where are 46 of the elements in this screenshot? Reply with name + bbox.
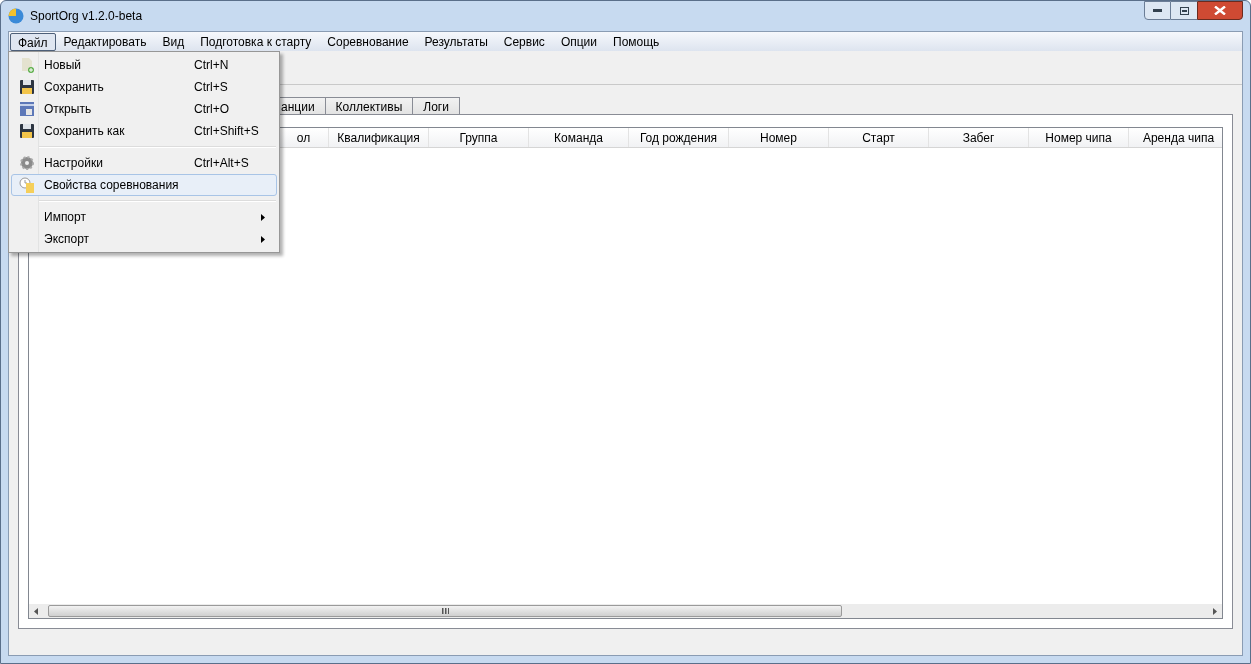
- menu-item[interactable]: Свойства соревнования: [11, 174, 277, 196]
- new-document-icon: [19, 57, 35, 73]
- column-header[interactable]: Номер чипа: [1029, 128, 1129, 147]
- menu-item[interactable]: Новый Ctrl+N: [11, 54, 277, 76]
- scroll-right-icon[interactable]: [1213, 607, 1217, 615]
- menu-bar-item[interactable]: Опции: [552, 32, 605, 51]
- close-button[interactable]: [1197, 1, 1243, 20]
- menu-item[interactable]: Сохранить как Ctrl+Shift+S: [11, 120, 277, 142]
- menu-bar-item[interactable]: Подготовка к старту: [192, 32, 320, 51]
- grip-icon: [441, 608, 449, 614]
- window-title: SportOrg v1.2.0-beta: [30, 8, 143, 25]
- column-header[interactable]: Год рождения: [629, 128, 729, 147]
- submenu-arrow-icon: [261, 235, 265, 243]
- menu-bar-item[interactable]: Редактировать: [55, 32, 155, 51]
- menu-bar-item[interactable]: Соревнование: [319, 32, 417, 51]
- submenu-item[interactable]: Импорт: [11, 206, 277, 228]
- menu-bar-item[interactable]: Помощь: [605, 32, 668, 51]
- menu-bar-item[interactable]: Сервис: [495, 32, 553, 51]
- minimize-button[interactable]: [1144, 1, 1171, 20]
- column-header[interactable]: Группа: [429, 128, 529, 147]
- minimize-icon: [1153, 9, 1162, 12]
- submenu-item[interactable]: Экспорт: [11, 228, 277, 250]
- maximize-icon: [1179, 6, 1189, 15]
- menu-bar-item[interactable]: Файл: [10, 32, 56, 51]
- scroll-left-icon[interactable]: [34, 607, 38, 615]
- gear-icon: [19, 155, 35, 171]
- menu-bar-item[interactable]: Результаты: [416, 32, 496, 51]
- maximize-button[interactable]: [1171, 1, 1197, 20]
- menu-item[interactable]: Настройки Ctrl+Alt+S: [11, 152, 277, 174]
- close-icon: [1214, 6, 1226, 15]
- column-header[interactable]: Номер: [729, 128, 829, 147]
- folder-icon: [19, 101, 35, 117]
- tab[interactable]: Логи: [412, 97, 460, 114]
- column-header[interactable]: Забег: [929, 128, 1029, 147]
- menu-bar-item[interactable]: Вид: [154, 32, 193, 51]
- column-header[interactable]: Аренда чипа: [1129, 128, 1222, 147]
- column-header[interactable]: Команда: [529, 128, 629, 147]
- column-header[interactable]: Квалификация: [329, 128, 429, 147]
- tab[interactable]: Коллективы: [324, 97, 414, 114]
- menu-item[interactable]: Сохранить Ctrl+S: [11, 76, 277, 98]
- clock-document-icon: [19, 177, 35, 193]
- scrollbar-thumb[interactable]: [48, 605, 842, 617]
- horizontal-scrollbar[interactable]: [29, 604, 1222, 618]
- column-header[interactable]: Старт: [829, 128, 929, 147]
- submenu-arrow-icon: [261, 213, 265, 221]
- app-logo-icon: [8, 8, 24, 24]
